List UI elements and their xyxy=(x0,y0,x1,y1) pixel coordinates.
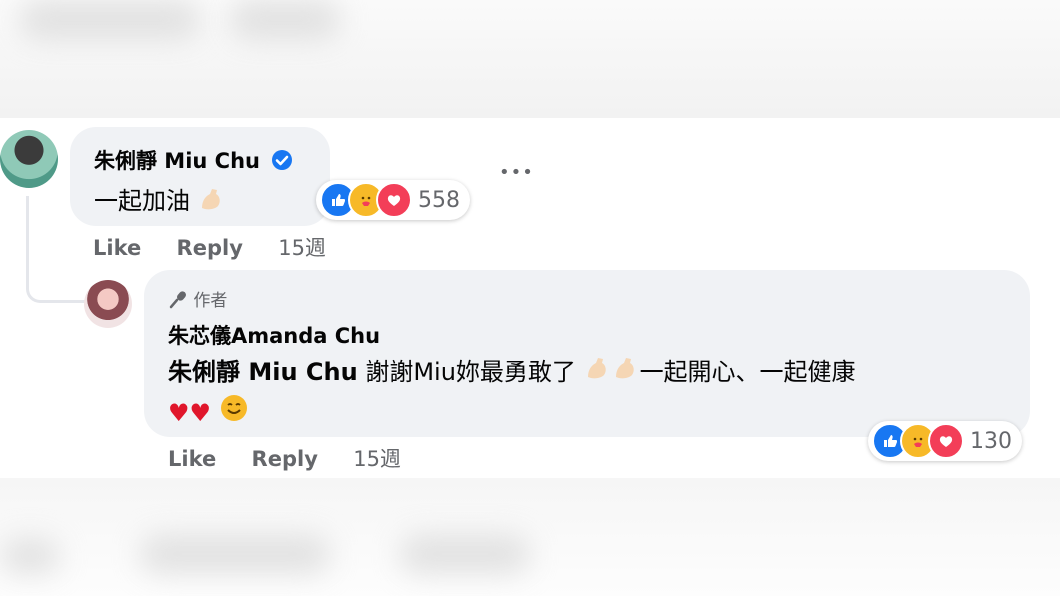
reply-button[interactable]: Reply xyxy=(177,236,243,260)
timestamp[interactable]: 15週 xyxy=(278,232,326,262)
red-heart-icon: ♥♥ xyxy=(168,399,212,427)
blurred-next-content xyxy=(0,478,1060,596)
reaction-count: 558 xyxy=(418,187,460,213)
avatar[interactable] xyxy=(0,130,58,188)
reaction-count: 130 xyxy=(970,428,1012,454)
reply-bubble: 作者 朱芯儀Amanda Chu 朱俐靜 Miu Chu 謝謝Miu妳最勇敢了 … xyxy=(144,270,1030,437)
reply-text: 朱俐靜 Miu Chu 謝謝Miu妳最勇敢了 一起開心、一起健康 ♥♥ xyxy=(168,352,856,435)
microphone-icon xyxy=(169,291,186,309)
timestamp[interactable]: 15週 xyxy=(353,443,401,473)
blurred-previous-content xyxy=(0,0,1060,118)
comment-author[interactable]: 朱俐靜 Miu Chu xyxy=(94,145,293,175)
comment-actions: Like Reply 15週 xyxy=(93,232,354,262)
love-reaction-icon xyxy=(376,182,412,218)
mention-link[interactable]: 朱俐靜 Miu Chu xyxy=(168,358,358,386)
more-options-button[interactable]: ••• xyxy=(499,162,534,183)
flexed-biceps-icon xyxy=(584,353,640,393)
flexed-biceps-icon xyxy=(198,186,224,218)
reply-actions: Like Reply 15週 xyxy=(168,443,429,473)
smiling-face-icon xyxy=(219,393,249,435)
love-reaction-icon xyxy=(928,423,964,459)
like-button[interactable]: Like xyxy=(93,236,141,260)
reply-reactions[interactable]: 130 xyxy=(868,421,1022,461)
author-badge: 作者 xyxy=(168,286,227,311)
reply-author[interactable]: 朱芯儀Amanda Chu xyxy=(168,320,380,350)
comment-reactions[interactable]: 558 xyxy=(316,180,470,220)
reply-button[interactable]: Reply xyxy=(252,447,318,471)
like-button[interactable]: Like xyxy=(168,447,216,471)
verified-badge-icon xyxy=(272,150,293,170)
comment-text: 一起加油 xyxy=(94,181,224,218)
comment-bubble: 朱俐靜 Miu Chu 一起加油 xyxy=(70,127,330,226)
reply-avatar[interactable] xyxy=(84,280,132,328)
